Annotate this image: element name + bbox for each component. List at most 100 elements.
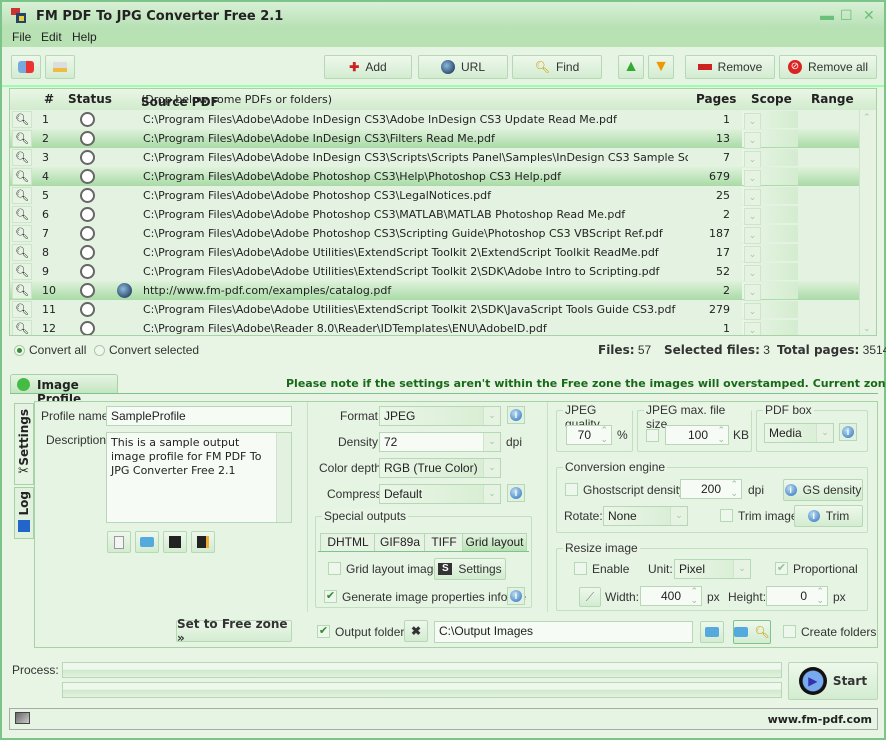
convert-selected-radio[interactable] — [94, 345, 105, 356]
image-profile-tab[interactable]: Image Profile — [10, 374, 118, 406]
table-row[interactable]: 🔍︎ 10 http://www.fm-pdf.com/examples/catal… — [10, 281, 860, 301]
clear-output-button[interactable]: ✖ — [404, 620, 428, 642]
preview-magnifier-icon[interactable]: 🔍︎ — [12, 111, 32, 128]
move-down-button[interactable]: ▼ — [648, 55, 674, 79]
find-button[interactable]: 🔍︎ Find — [512, 55, 602, 79]
table-row[interactable]: 🔍︎ 12 C:\Program Files\Adobe\Reader 8.0\Re… — [10, 319, 860, 335]
format-info-button[interactable]: i — [507, 406, 525, 424]
unit-select[interactable]: Pixel ⌄ — [674, 559, 751, 579]
console-icon[interactable] — [15, 712, 30, 724]
remove-all-button[interactable]: ⊘ Remove all — [779, 55, 877, 79]
close-button[interactable]: ✕ — [863, 7, 875, 24]
gs-density-button[interactable]: i GS density — [783, 479, 863, 501]
output-folder-checkbox[interactable]: ✔ — [317, 625, 330, 638]
description-scrollbar[interactable] — [276, 433, 291, 522]
proportional-checkbox[interactable]: ✔ — [775, 562, 788, 575]
scroll-down-icon[interactable]: ⌄ — [863, 323, 871, 334]
website-link[interactable]: www.fm-pdf.com — [768, 713, 872, 726]
height-spinner[interactable]: 0 — [766, 586, 828, 606]
preview-magnifier-icon[interactable]: 🔍︎ — [12, 149, 32, 166]
output-folder-input[interactable]: C:\Output Images — [434, 621, 693, 643]
remove-button[interactable]: Remove — [685, 55, 775, 79]
grid-layout-checkbox[interactable] — [328, 562, 341, 575]
table-row[interactable]: 🔍︎ 9 C:\Program Files\Adobe\Adobe Utilitie… — [10, 262, 860, 282]
explore-folder-button[interactable]: 🔍︎ — [733, 620, 771, 644]
preview-magnifier-icon[interactable]: 🔍︎ — [12, 187, 32, 204]
url-button[interactable]: URL — [418, 55, 508, 79]
scope-select[interactable]: All⌄ — [742, 130, 798, 149]
preview-magnifier-icon[interactable]: 🔍︎ — [12, 320, 32, 335]
max-size-checkbox[interactable] — [646, 429, 659, 442]
table-row[interactable]: 🔍︎ 8 C:\Program Files\Adobe\Adobe Utilitie… — [10, 243, 860, 263]
table-row[interactable]: 🔍︎ 1 C:\Program Files\Adobe\Adobe InDesign… — [10, 110, 860, 130]
table-row[interactable]: 🔍︎ 2 C:\Program Files\Adobe\Adobe InDesign… — [10, 129, 860, 149]
minimize-button[interactable]: ▬ — [820, 7, 834, 23]
preview-magnifier-icon[interactable]: 🔍︎ — [12, 301, 32, 318]
preview-magnifier-icon[interactable]: 🔍︎ — [12, 244, 32, 261]
color-depth-select[interactable]: RGB (True Color) ⌄ — [379, 458, 501, 478]
preview-magnifier-icon[interactable]: 🔍︎ — [12, 225, 32, 242]
open-profile-button[interactable] — [135, 531, 159, 553]
scope-select[interactable]: All⌄ — [742, 244, 798, 263]
tab-gif89a[interactable]: GIF89a — [374, 533, 426, 552]
move-up-button[interactable]: ▲ — [618, 55, 644, 79]
new-profile-button[interactable] — [107, 531, 131, 553]
ghostscript-density-spinner[interactable]: 200 — [680, 479, 742, 499]
preview-magnifier-icon[interactable]: 🔍︎ — [12, 206, 32, 223]
log-tab[interactable]: Log — [14, 487, 34, 539]
trim-checkbox[interactable] — [720, 509, 733, 522]
table-row[interactable]: 🔍︎ 5 C:\Program Files\Adobe\Adobe Photosho… — [10, 186, 860, 206]
scope-select[interactable]: All⌄ — [742, 206, 798, 225]
jpeg-quality-spinner[interactable]: 70 — [566, 425, 612, 445]
col-range[interactable]: Range — [811, 92, 854, 106]
scope-select[interactable]: All⌄ — [742, 187, 798, 206]
menu-file[interactable]: File — [12, 30, 31, 44]
col-pages[interactable]: Pages — [696, 92, 736, 106]
pdf-box-info-button[interactable]: i — [839, 423, 857, 441]
scope-select[interactable]: All⌄ — [742, 168, 798, 187]
profiles-button[interactable] — [11, 55, 41, 79]
grid-settings-button[interactable]: S Settings — [434, 558, 506, 580]
scope-select[interactable]: All⌄ — [742, 282, 798, 301]
ghostscript-checkbox[interactable] — [565, 483, 578, 496]
tab-grid-layout[interactable]: Grid layout — [462, 533, 527, 552]
add-button[interactable]: ✚ Add — [324, 55, 412, 79]
density-select[interactable]: 72 ⌄ — [379, 432, 501, 452]
col-num[interactable]: # — [44, 92, 54, 106]
width-spinner[interactable]: 400 — [640, 586, 702, 606]
unlock-button[interactable] — [45, 55, 75, 79]
col-scope[interactable]: Scope — [751, 92, 792, 106]
convert-selected-label[interactable]: Convert selected — [109, 343, 199, 357]
menu-help[interactable]: Help — [72, 30, 97, 44]
description-textarea[interactable]: This is a sample output image profile fo… — [106, 432, 292, 523]
resize-enable-checkbox[interactable] — [574, 562, 587, 575]
create-folders-checkbox[interactable] — [783, 625, 796, 638]
pdf-file-grid[interactable]: # Status Source PDF (Drop below some PDF… — [9, 88, 877, 336]
pdf-box-select[interactable]: Media ⌄ — [764, 423, 834, 443]
convert-all-radio[interactable] — [14, 345, 25, 356]
save-as-profile-button[interactable] — [191, 531, 215, 553]
scope-select[interactable]: All⌄ — [742, 301, 798, 320]
tab-dhtml[interactable]: DHTML — [320, 533, 376, 552]
gen-info-info-button[interactable]: i — [507, 587, 525, 605]
trim-button[interactable]: i Trim — [794, 505, 863, 527]
col-source[interactable]: Source PDF (Drop below some PDFs or fold… — [141, 92, 332, 109]
scope-select[interactable]: All⌄ — [742, 111, 798, 130]
col-status[interactable]: Status — [68, 92, 112, 106]
profile-name-input[interactable]: SampleProfile — [106, 406, 292, 426]
rotate-select[interactable]: None ⌄ — [603, 506, 688, 526]
scroll-up-icon[interactable]: ⌃ — [863, 112, 871, 123]
preview-magnifier-icon[interactable]: 🔍︎ — [12, 168, 32, 185]
grid-scrollbar[interactable]: ⌃ ⌄ — [859, 110, 876, 335]
start-button[interactable]: ▶ Start — [788, 662, 878, 700]
scope-select[interactable]: All⌄ — [742, 225, 798, 244]
table-row[interactable]: 🔍︎ 3 C:\Program Files\Adobe\Adobe InDesign… — [10, 148, 860, 168]
scope-select[interactable]: All⌄ — [742, 149, 798, 168]
maximize-button[interactable]: ☐ — [840, 7, 853, 24]
set-free-zone-button[interactable]: Set to Free zone » — [176, 617, 292, 645]
table-row[interactable]: 🔍︎ 4 C:\Program Files\Adobe\Adobe Photosho… — [10, 167, 860, 187]
compress-info-button[interactable]: i — [507, 484, 525, 502]
preview-magnifier-icon[interactable]: 🔍︎ — [12, 282, 32, 299]
convert-all-label[interactable]: Convert all — [29, 343, 86, 357]
menu-edit[interactable]: Edit — [41, 30, 62, 44]
